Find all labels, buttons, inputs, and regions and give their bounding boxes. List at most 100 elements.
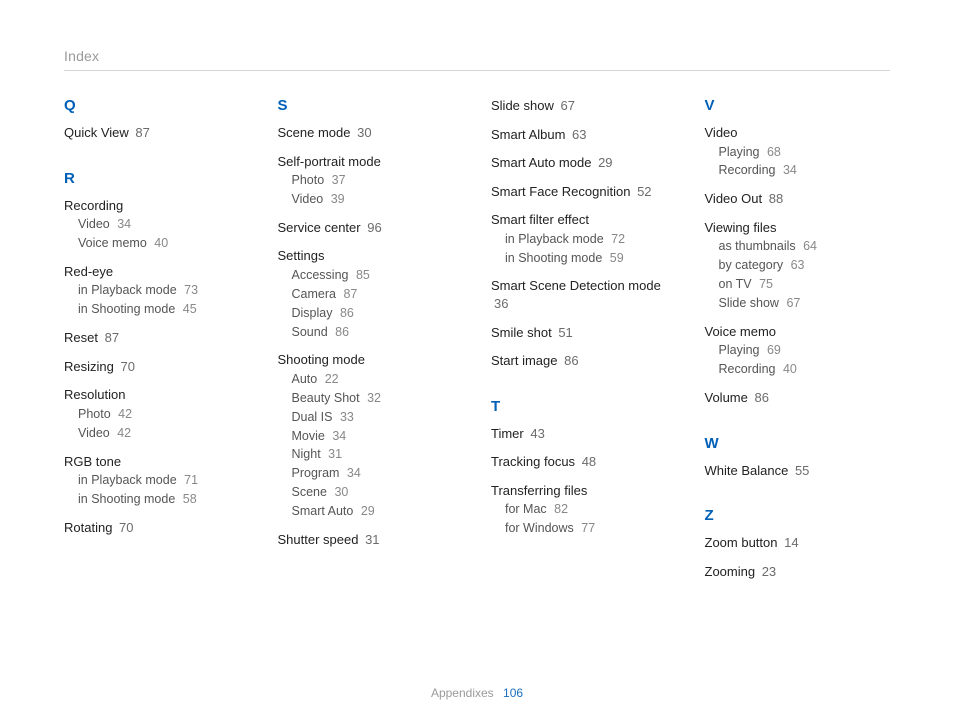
- index-subentry[interactable]: in Shooting mode 45: [64, 301, 250, 318]
- index-section: VVideoPlaying 68Recording 34Video Out 88…: [705, 97, 891, 407]
- index-entry[interactable]: Slide show 67: [491, 97, 677, 115]
- index-subentry[interactable]: Recording 40: [705, 361, 891, 378]
- index-entry[interactable]: Tracking focus 48: [491, 453, 677, 471]
- index-entry[interactable]: RecordingVideo 34Voice memo 40: [64, 197, 250, 252]
- index-subentry[interactable]: Photo 42: [64, 406, 250, 423]
- page-header: Index: [64, 48, 890, 71]
- entry-term: White Balance: [705, 463, 789, 478]
- index-entry[interactable]: Smart Face Recognition 52: [491, 183, 677, 201]
- index-subentry[interactable]: Scene 30: [278, 484, 464, 501]
- subentry-term: Accessing: [292, 268, 349, 282]
- entry-label: Resolution: [64, 386, 250, 404]
- index-subentry[interactable]: Recording 34: [705, 162, 891, 179]
- index-subentry[interactable]: in Shooting mode 59: [491, 250, 677, 267]
- index-entry[interactable]: Shooting mode Auto 22 Beauty Shot 32 Dual I…: [278, 351, 464, 520]
- index-subentry[interactable]: Smart Auto 29: [278, 503, 464, 520]
- index-subentry[interactable]: Playing 68: [705, 144, 891, 161]
- index-section: WWhite Balance 55: [705, 435, 891, 480]
- index-subentry[interactable]: Camera 87: [278, 286, 464, 303]
- index-entry[interactable]: Quick View 87: [64, 124, 250, 142]
- index-entry[interactable]: Start image 86: [491, 352, 677, 370]
- entry-label: Slide show 67: [491, 97, 677, 115]
- subentry-page: 71: [184, 473, 198, 487]
- page: Index QQuick View 87RRecordingVideo 34Vo…: [0, 0, 954, 720]
- index-entry[interactable]: Timer 43: [491, 425, 677, 443]
- subentry-term: Slide show: [719, 296, 779, 310]
- index-entry[interactable]: Video Out 88: [705, 190, 891, 208]
- entry-label: Voice memo: [705, 323, 891, 341]
- subentry-term: Auto: [292, 372, 318, 386]
- entry-label: Smart Scene Detection mode 36: [491, 277, 677, 312]
- index-subentry[interactable]: as thumbnails 64: [705, 238, 891, 255]
- index-entry[interactable]: Reset 87: [64, 329, 250, 347]
- index-entry[interactable]: Smart Album 63: [491, 126, 677, 144]
- index-subentry[interactable]: in Playback mode 71: [64, 472, 250, 489]
- index-subentry[interactable]: Beauty Shot 32: [278, 390, 464, 407]
- index-subentry[interactable]: Voice memo 40: [64, 235, 250, 252]
- index-subentry[interactable]: Accessing 85: [278, 267, 464, 284]
- index-entry[interactable]: Voice memoPlaying 69 Recording 40: [705, 323, 891, 378]
- index-subentry[interactable]: on TV 75: [705, 276, 891, 293]
- index-subentry[interactable]: in Playback mode 72: [491, 231, 677, 248]
- index-subentry[interactable]: Night 31: [278, 446, 464, 463]
- index-subentry[interactable]: Sound 86: [278, 324, 464, 341]
- subentry-term: Night: [292, 447, 321, 461]
- index-subentry[interactable]: Video 39: [278, 191, 464, 208]
- index-subentry[interactable]: Photo 37: [278, 172, 464, 189]
- index-section: RRecordingVideo 34Voice memo 40Red-eyein…: [64, 170, 250, 537]
- entry-term: Scene mode: [278, 125, 351, 140]
- subentry-page: 87: [343, 287, 357, 301]
- section-letter: Z: [705, 507, 891, 524]
- index-entry[interactable]: Red-eye in Playback mode 73 in Shooting mo…: [64, 263, 250, 318]
- entry-term: Start image: [491, 353, 557, 368]
- entry-term: Smart Album: [491, 127, 565, 142]
- index-entry[interactable]: White Balance 55: [705, 462, 891, 480]
- index-entry[interactable]: Smart filter effectin Playback mode 72in…: [491, 211, 677, 266]
- index-entry[interactable]: Resizing 70: [64, 358, 250, 376]
- index-subentry[interactable]: Program 34: [278, 465, 464, 482]
- subentry-page: 34: [347, 466, 361, 480]
- index-entry[interactable]: Transferring filesfor Mac 82for Windows …: [491, 482, 677, 537]
- index-entry[interactable]: Viewing filesas thumbnails 64by category…: [705, 219, 891, 312]
- index-subentry[interactable]: Video 34: [64, 216, 250, 233]
- index-subentry[interactable]: Playing 69: [705, 342, 891, 359]
- index-entry[interactable]: Smart Scene Detection mode 36: [491, 277, 677, 312]
- entry-term: Red-eye: [64, 264, 113, 279]
- index-entry[interactable]: Smile shot 51: [491, 324, 677, 342]
- index-entry[interactable]: Self-portrait modePhoto 37 Video 39: [278, 153, 464, 208]
- index-entry[interactable]: SettingsAccessing 85Camera 87Display 86S…: [278, 247, 464, 340]
- entry-page: 51: [558, 325, 572, 340]
- subentry-page: 34: [332, 429, 346, 443]
- index-subentry[interactable]: Movie 34: [278, 428, 464, 445]
- subentry-page: 58: [183, 492, 197, 506]
- index-subentry[interactable]: for Mac 82: [491, 501, 677, 518]
- index-subentry[interactable]: Video 42: [64, 425, 250, 442]
- index-subentry[interactable]: for Windows 77: [491, 520, 677, 537]
- index-entry[interactable]: Rotating 70: [64, 519, 250, 537]
- subentry-term: Playing: [719, 343, 760, 357]
- entry-label: Self-portrait mode: [278, 153, 464, 171]
- index-subentry[interactable]: Auto 22: [278, 371, 464, 388]
- index-subentry[interactable]: by category 63: [705, 257, 891, 274]
- index-entry[interactable]: Scene mode 30: [278, 124, 464, 142]
- index-subentry[interactable]: Slide show 67: [705, 295, 891, 312]
- entry-term: Smart Auto mode: [491, 155, 591, 170]
- footer-page: 106: [503, 686, 523, 700]
- index-subentry[interactable]: Display 86: [278, 305, 464, 322]
- entry-term: Service center: [278, 220, 361, 235]
- index-entry[interactable]: VideoPlaying 68Recording 34: [705, 124, 891, 179]
- index-subentry[interactable]: in Shooting mode 58: [64, 491, 250, 508]
- index-entry[interactable]: Shutter speed 31: [278, 531, 464, 549]
- entry-label: Timer 43: [491, 425, 677, 443]
- entry-term: Shooting mode: [278, 352, 365, 367]
- index-entry[interactable]: Service center 96: [278, 219, 464, 237]
- index-subentry[interactable]: in Playback mode 73: [64, 282, 250, 299]
- index-entry[interactable]: Resolution Photo 42 Video 42: [64, 386, 250, 441]
- index-entry[interactable]: Volume 86: [705, 389, 891, 407]
- subentry-term: Movie: [292, 429, 325, 443]
- index-entry[interactable]: Zooming 23: [705, 563, 891, 581]
- index-entry[interactable]: Smart Auto mode 29: [491, 154, 677, 172]
- index-subentry[interactable]: Dual IS 33: [278, 409, 464, 426]
- index-entry[interactable]: RGB tonein Playback mode 71in Shooting m…: [64, 453, 250, 508]
- index-entry[interactable]: Zoom button 14: [705, 534, 891, 552]
